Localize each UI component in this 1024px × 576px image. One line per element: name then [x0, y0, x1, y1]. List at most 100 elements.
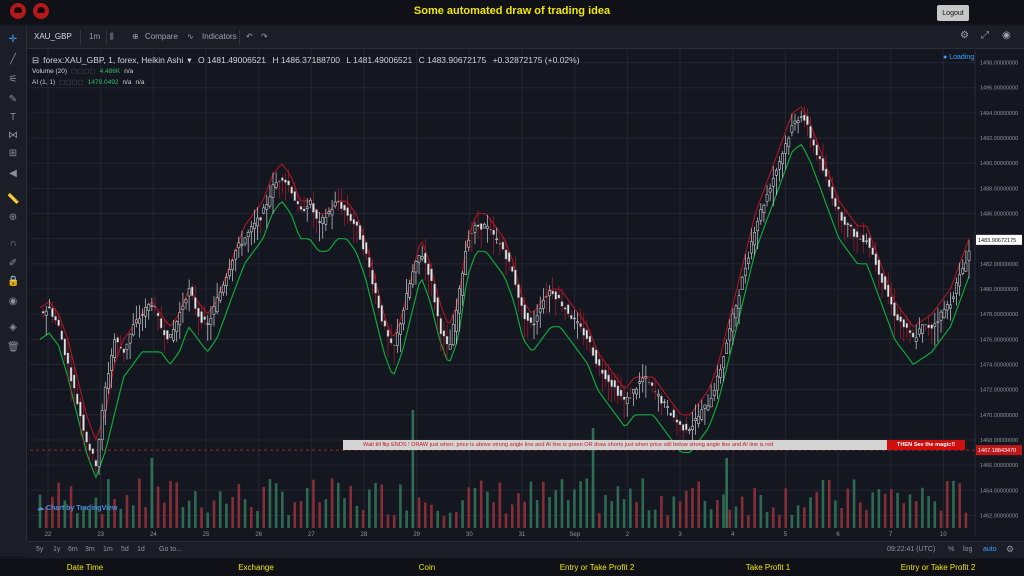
volume-bar: [964, 512, 968, 528]
candle-body: [190, 286, 194, 297]
volume-bar: [622, 499, 626, 528]
candle-body: [541, 299, 545, 309]
candle-body: [181, 305, 185, 310]
candle-body: [414, 261, 418, 273]
candle-body: [436, 297, 440, 317]
volume-bar: [958, 483, 961, 528]
legend-high: H 1486.37188700: [272, 55, 340, 65]
candle-body: [632, 389, 635, 394]
watermark-text[interactable]: Chart by TradingView: [46, 505, 117, 512]
candle-body: [548, 290, 551, 297]
collapse-icon[interactable]: ⊟: [32, 55, 39, 65]
candle-body: [563, 307, 567, 310]
legend-buttons-icon[interactable]: ▢▢▢▢: [59, 79, 84, 86]
range-1d[interactable]: 1d: [137, 546, 145, 553]
volume-bar: [51, 496, 54, 528]
nav-entry-tp2-right[interactable]: Entry or Take Profit 2: [901, 563, 976, 572]
volume-bar: [635, 501, 638, 528]
percent-toggle[interactable]: %: [948, 546, 954, 553]
candle-body: [150, 305, 154, 307]
candle-body: [868, 237, 871, 249]
candle-body: [352, 218, 356, 225]
range-5y[interactable]: 5y: [36, 546, 43, 553]
candle-body: [663, 401, 666, 403]
volume-bar: [914, 501, 918, 528]
candle-body: [557, 294, 561, 299]
price-tick-label: 1496.00000000: [980, 86, 1018, 92]
nav-coin[interactable]: Coin: [419, 563, 435, 572]
volume-bar: [324, 499, 328, 528]
candle-body: [520, 296, 523, 307]
volume-bar: [815, 492, 819, 528]
volume-bar: [945, 480, 949, 528]
volume-bar: [448, 512, 452, 528]
candle-body: [408, 283, 412, 298]
volume-bar: [336, 482, 340, 528]
nav-take-profit-1[interactable]: Take Profit 1: [746, 563, 790, 572]
volume-bar: [653, 509, 657, 528]
range-1m[interactable]: 1m: [103, 546, 113, 553]
volume-label[interactable]: Volume (20): [32, 68, 67, 75]
candle-body: [249, 226, 253, 233]
candle-body: [641, 377, 645, 382]
nav-date-time[interactable]: Date Time: [67, 563, 103, 572]
candle-body: [392, 344, 396, 347]
candle-body: [321, 217, 325, 224]
candle-body: [287, 180, 290, 186]
price-tick-label: 1468.00000000: [980, 438, 1018, 444]
ai-label[interactable]: AI (1, 1): [32, 79, 55, 86]
settings-icon[interactable]: ⚙: [1006, 544, 1014, 555]
candle-body: [790, 125, 794, 133]
candle-body: [265, 204, 269, 210]
candle-body: [41, 310, 45, 314]
candle-body: [454, 309, 458, 332]
volume-bar: [560, 479, 564, 528]
volume-bar: [399, 484, 402, 528]
time-tick-label: 29: [413, 532, 420, 538]
candle-body: [280, 177, 284, 181]
price-chart[interactable]: 1498.00000000 1496.00000000 1494.00000000 1…: [0, 0, 1024, 576]
candle-body: [141, 314, 144, 316]
candle-body: [569, 314, 573, 320]
auto-toggle[interactable]: auto: [983, 546, 997, 553]
legend-buttons-icon[interactable]: ▢▢▢▢: [71, 68, 96, 75]
volume-bar: [597, 513, 601, 528]
volume-bar: [747, 514, 750, 528]
legend-change: +0.32872175 (+0.02%): [492, 55, 580, 65]
legend-series[interactable]: forex:XAU_GBP, 1, forex, Heikin Ashi: [43, 55, 183, 65]
volume-bar: [840, 508, 843, 528]
range-1y[interactable]: 1y: [53, 546, 60, 553]
candle-body: [743, 267, 747, 277]
tradingview-watermark[interactable]: ☁ Chart by TradingView: [37, 504, 117, 512]
volume-bar: [330, 478, 334, 528]
candle-body: [302, 208, 306, 212]
legend-dropdown-icon[interactable]: ▾: [187, 55, 191, 65]
candle-body: [921, 324, 924, 334]
candle-body: [691, 425, 694, 430]
nav-exchange[interactable]: Exchange: [238, 563, 274, 572]
range-3m[interactable]: 3m: [85, 546, 95, 553]
candle-body: [402, 310, 405, 325]
candle-body: [697, 415, 701, 425]
volume-bar: [616, 486, 620, 528]
goto-button[interactable]: Go to...: [159, 546, 182, 553]
volume-bar: [138, 478, 141, 528]
volume-bar: [256, 510, 259, 528]
candle-body: [765, 194, 769, 202]
candle-body: [69, 367, 73, 382]
volume-bar: [952, 480, 955, 528]
ai-legend: AI (1, 1) ▢▢▢▢ 1479.0492 n/a n/a: [32, 78, 149, 86]
price-tick-label: 1486.00000000: [980, 212, 1018, 218]
log-toggle[interactable]: log: [963, 546, 972, 553]
candle-body: [138, 318, 141, 324]
volume-bar: [94, 497, 98, 528]
range-5d[interactable]: 5d: [121, 546, 129, 553]
candle-body: [495, 238, 499, 240]
nav-entry-tp2[interactable]: Entry or Take Profit 2: [560, 563, 635, 572]
volume-bar: [467, 487, 471, 528]
volume-bar: [287, 515, 290, 528]
candle-body: [750, 241, 753, 254]
volume-bar: [827, 480, 831, 528]
range-6m[interactable]: 6m: [68, 546, 78, 553]
candle-body: [246, 232, 250, 237]
